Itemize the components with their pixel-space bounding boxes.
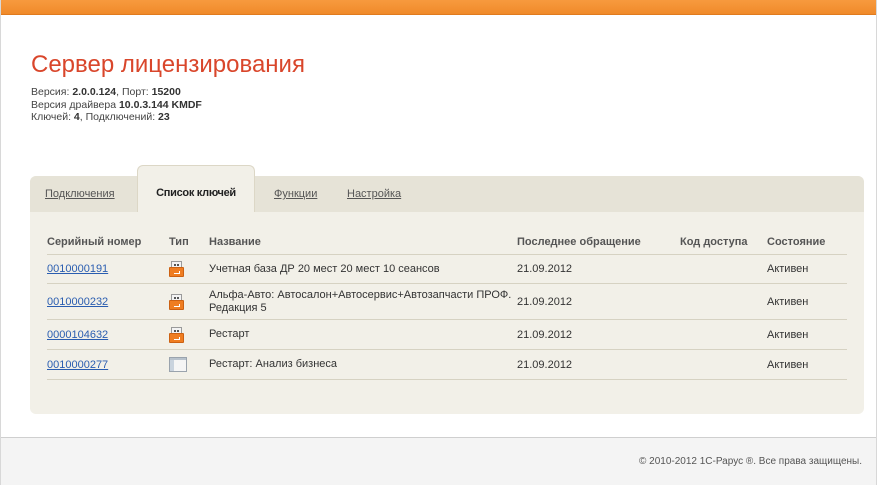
status-cell: Активен (767, 283, 847, 320)
counts-line: Ключей: 4, Подключений: 23 (31, 111, 631, 124)
port-label: , Порт: (116, 86, 152, 98)
type-cell (169, 283, 209, 320)
software-key-icon (169, 357, 187, 372)
tab-bar: Подключения Список ключей Функции Настро… (30, 165, 864, 212)
table-header-row: Серийный номер Тип Название Последнее об… (47, 230, 847, 255)
page: Сервер лицензирования Версия: 2.0.0.124,… (0, 0, 877, 485)
column-header-type: Тип (169, 230, 209, 255)
name-cell: Альфа-Авто: Автосалон+Автосервис+Автозап… (209, 283, 517, 320)
tab-settings[interactable]: Настройка (347, 188, 401, 200)
table-row: 0000104632 Рестарт 21.09.2012 Активен (47, 319, 847, 350)
port-value: 15200 (151, 86, 181, 98)
column-header-last-access: Последнее обращение (517, 230, 680, 255)
keys-table: Серийный номер Тип Название Последнее об… (47, 230, 847, 380)
usb-key-icon (169, 326, 184, 343)
top-accent-bar (1, 0, 876, 15)
access-code-cell (680, 349, 767, 380)
table-row: 0010000191 Учетная база ДР 20 мест 20 ме… (47, 254, 847, 284)
serial-link[interactable]: 0010000191 (47, 263, 108, 275)
access-code-cell (680, 254, 767, 284)
serial-link[interactable]: 0010000232 (47, 296, 108, 308)
status-cell: Активен (767, 254, 847, 284)
footer: © 2010-2012 1С-Рарус ®. Все права защище… (1, 438, 876, 485)
name-cell: Рестарт (209, 319, 517, 350)
type-cell (169, 349, 209, 380)
driver-label: Версия драйвера (31, 98, 119, 111)
last-access-cell: 21.09.2012 (517, 254, 680, 284)
access-code-cell (680, 319, 767, 350)
usb-key-icon (169, 293, 184, 310)
version-label: Версия: (31, 86, 73, 98)
keys-label: Ключей: (31, 111, 74, 123)
connections-label: , Подключений: (79, 111, 159, 123)
name-cell: Рестарт: Анализ бизнеса (209, 349, 517, 380)
serial-cell: 0010000191 (47, 254, 169, 284)
keys-panel: Подключения Список ключей Функции Настро… (30, 165, 864, 414)
last-access-cell: 21.09.2012 (517, 349, 680, 380)
table-row: 0010000277 Рестарт: Анализ бизнеса 21.09… (47, 349, 847, 380)
column-header-name: Название (209, 230, 517, 255)
last-access-cell: 21.09.2012 (517, 283, 680, 320)
page-title: Сервер лицензирования (31, 51, 305, 78)
serial-cell: 0000104632 (47, 319, 169, 350)
copyright-text: © 2010-2012 1С-Рарус ®. Все права защище… (638, 456, 862, 467)
status-cell: Активен (767, 319, 847, 350)
table-row: 0010000232 Альфа-Авто: Автосалон+Автосер… (47, 283, 847, 320)
tab-key-list[interactable]: Список ключей (137, 165, 255, 212)
column-header-serial: Серийный номер (47, 230, 169, 255)
serial-cell: 0010000277 (47, 349, 169, 380)
usb-key-icon (169, 261, 184, 277)
column-header-access-code: Код доступа (680, 230, 767, 255)
tab-functions[interactable]: Функции (274, 188, 317, 200)
status-cell: Активен (767, 349, 847, 380)
version-line: Версия: 2.0.0.124, Порт: 15200 (31, 86, 631, 99)
access-code-cell (680, 283, 767, 320)
type-cell (169, 319, 209, 350)
serial-cell: 0010000232 (47, 283, 169, 320)
driver-line: Версия драйвера 10.0.3.144 KMDF (31, 99, 631, 112)
header: Сервер лицензирования Версия: 2.0.0.124,… (31, 52, 631, 124)
connections-value: 23 (158, 111, 170, 123)
tab-connections[interactable]: Подключения (45, 188, 115, 200)
name-cell: Учетная база ДР 20 мест 20 мест 10 сеанс… (209, 254, 517, 284)
serial-link[interactable]: 0010000277 (47, 359, 108, 371)
column-header-status: Состояние (767, 230, 847, 255)
serial-link[interactable]: 0000104632 (47, 329, 108, 341)
version-value: 2.0.0.124 (72, 86, 117, 98)
last-access-cell: 21.09.2012 (517, 319, 680, 350)
type-cell (169, 254, 209, 284)
driver-value: 10.0.3.144 KMDF (118, 98, 202, 111)
